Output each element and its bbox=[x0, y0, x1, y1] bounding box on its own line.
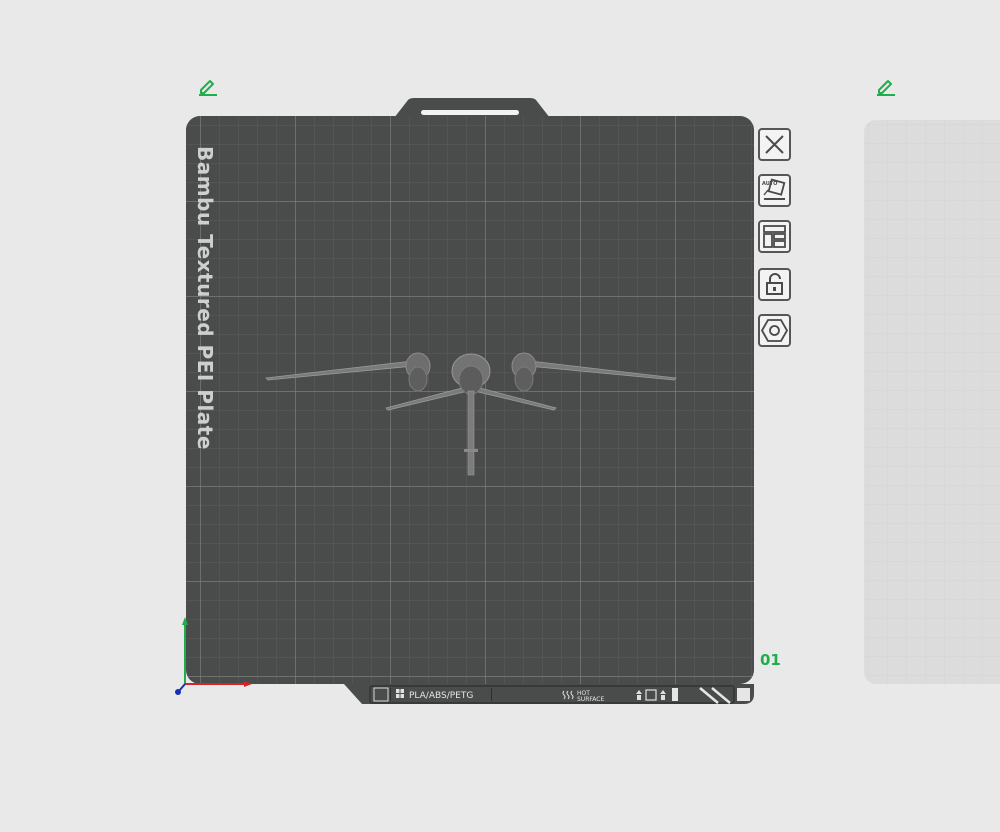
hot-surface-label-2: SURFACE bbox=[577, 696, 604, 703]
filament-label: PLA/ABS/PETG bbox=[409, 691, 473, 701]
hex-nut-icon bbox=[760, 319, 789, 342]
auto-orient-button[interactable]: AUTO bbox=[758, 174, 791, 207]
remove-plate-button[interactable] bbox=[758, 128, 791, 161]
lock-plate-button[interactable] bbox=[758, 268, 791, 301]
axis-gizmo bbox=[175, 617, 252, 695]
plate-settings-button[interactable] bbox=[758, 314, 791, 347]
arrange-button[interactable] bbox=[758, 220, 791, 253]
next-build-plate[interactable] bbox=[862, 120, 1000, 686]
plate-viewport[interactable]: PLA/ABS/PETG HOT SURFACE Bambu Textured … bbox=[0, 0, 1000, 832]
auto-orient-icon: AUTO bbox=[762, 178, 786, 200]
edit-plate-name-icon[interactable] bbox=[196, 74, 220, 98]
airplane-model[interactable] bbox=[262, 346, 682, 480]
plate-index-label: 01 bbox=[760, 651, 781, 669]
arrange-icon bbox=[763, 225, 786, 248]
auto-badge: AUTO bbox=[762, 181, 777, 187]
plate-name-label: Bambu Textured PEI Plate bbox=[193, 146, 217, 450]
close-icon bbox=[765, 135, 784, 154]
unlock-icon bbox=[766, 273, 783, 295]
edit-next-plate-name-icon[interactable] bbox=[874, 74, 898, 98]
